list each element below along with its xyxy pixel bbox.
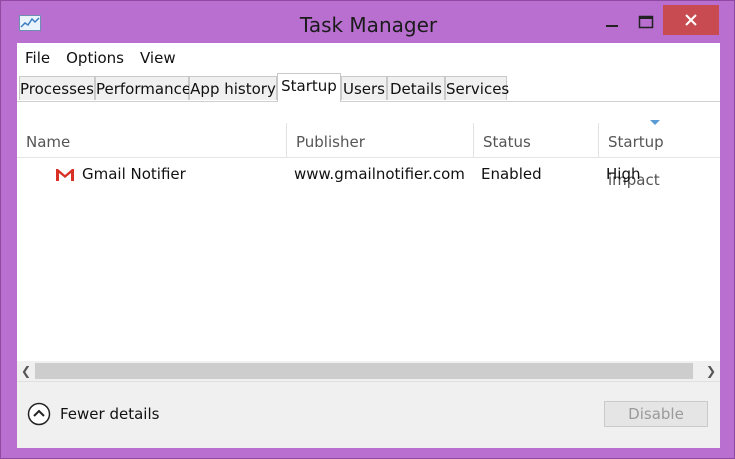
task-manager-window: Task Manager File Options View Processes… — [0, 0, 735, 459]
fewer-details-toggle[interactable]: Fewer details — [27, 402, 159, 426]
tab-startup[interactable]: Startup — [277, 73, 341, 102]
column-header-status[interactable]: Status — [474, 123, 599, 157]
tab-details[interactable]: Details — [387, 76, 445, 100]
menu-bar: File Options View — [17, 43, 720, 73]
sort-descending-icon — [650, 120, 660, 125]
chevron-up-circle-icon — [27, 402, 51, 426]
tab-users[interactable]: Users — [341, 76, 387, 100]
close-button[interactable] — [663, 5, 719, 35]
tab-app-history[interactable]: App history — [189, 76, 277, 100]
column-header-startup-impact[interactable]: Startup impact — [599, 123, 720, 189]
tab-processes[interactable]: Processes — [19, 76, 95, 100]
tab-performance[interactable]: Performance — [95, 76, 191, 100]
header-divider — [17, 157, 720, 158]
horizontal-scrollbar[interactable]: ❮ ❯ — [17, 361, 720, 381]
scroll-right-icon[interactable]: ❯ — [702, 361, 720, 381]
menu-options[interactable]: Options — [58, 46, 132, 70]
scrollbar-thumb[interactable] — [35, 363, 693, 379]
maximize-icon — [638, 15, 654, 29]
column-header-name[interactable]: Name — [17, 123, 287, 157]
table-row[interactable]: Gmail Notifier www.gmailnotifier.com Ena… — [17, 161, 720, 189]
menu-file[interactable]: File — [17, 46, 58, 70]
minimize-icon — [606, 25, 618, 27]
minimize-button[interactable] — [597, 7, 627, 37]
menu-view[interactable]: View — [132, 46, 184, 70]
scroll-left-icon[interactable]: ❮ — [17, 361, 35, 381]
tab-strip: Processes Performance App history Startu… — [17, 73, 720, 102]
disable-button[interactable]: Disable — [604, 401, 708, 427]
fewer-details-label: Fewer details — [60, 405, 160, 423]
maximize-button[interactable] — [631, 7, 661, 37]
row-status: Enabled — [481, 165, 542, 183]
client-area: File Options View Processes Performance … — [17, 43, 720, 448]
column-header-publisher[interactable]: Publisher — [287, 123, 474, 157]
title-bar[interactable]: Task Manager — [1, 1, 735, 43]
close-icon — [685, 14, 697, 26]
footer-bar: Fewer details Disable — [17, 381, 720, 448]
row-name: Gmail Notifier — [82, 165, 186, 183]
row-publisher: www.gmailnotifier.com — [294, 165, 465, 183]
tab-services[interactable]: Services — [445, 76, 509, 100]
gmail-icon — [55, 168, 75, 182]
row-impact: High — [606, 165, 641, 183]
